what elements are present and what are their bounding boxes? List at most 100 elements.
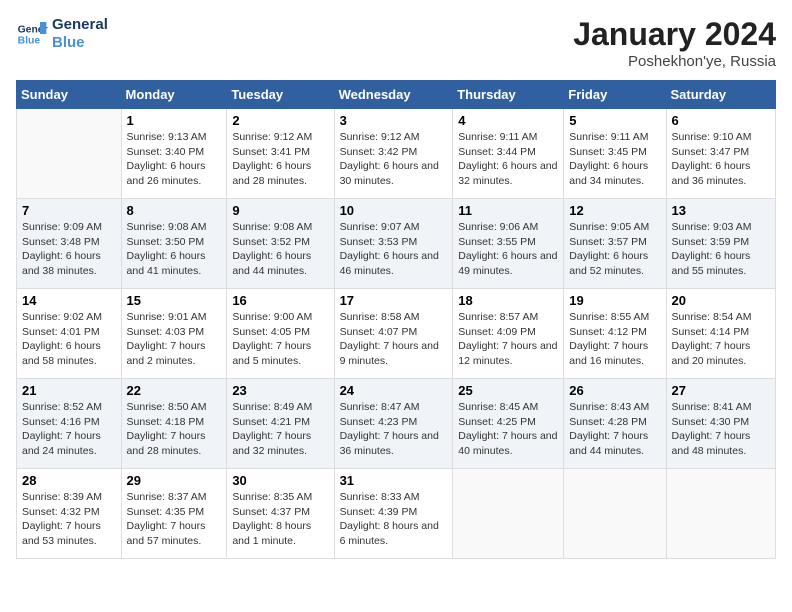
day-info: Sunrise: 8:55 AMSunset: 4:12 PMDaylight:…: [569, 310, 660, 369]
weekday-header-monday: Monday: [121, 81, 227, 109]
weekday-header-thursday: Thursday: [453, 81, 564, 109]
day-number: 22: [127, 383, 222, 398]
calendar-cell: 21 Sunrise: 8:52 AMSunset: 4:16 PMDayligh…: [17, 379, 122, 469]
day-info: Sunrise: 9:01 AMSunset: 4:03 PMDaylight:…: [127, 310, 222, 369]
day-info: Sunrise: 8:37 AMSunset: 4:35 PMDaylight:…: [127, 490, 222, 549]
day-info: Sunrise: 8:47 AMSunset: 4:23 PMDaylight:…: [340, 400, 448, 459]
calendar-cell: 17Sunrise: 8:58 AMSunset: 4:07 PMDayligh…: [334, 289, 453, 379]
day-number: 4: [458, 113, 558, 128]
day-info: Sunrise: 9:12 AMSunset: 3:41 PMDaylight:…: [232, 130, 328, 189]
calendar-table: SundayMondayTuesdayWednesdayThursdayFrid…: [16, 80, 776, 559]
day-number: 5: [569, 113, 660, 128]
calendar-cell: 24 Sunrise: 8:47 AMSunset: 4:23 PMDayligh…: [334, 379, 453, 469]
day-info: Sunrise: 9:09 AMSunset: 3:48 PMDaylight:…: [22, 220, 116, 279]
day-number: 18: [458, 293, 558, 308]
logo-icon: General Blue: [16, 18, 48, 50]
day-number: 20: [672, 293, 770, 308]
day-number: 23: [232, 383, 328, 398]
weekday-header-sunday: Sunday: [17, 81, 122, 109]
calendar-cell: 13 Sunrise: 9:03 AMSunset: 3:59 PMDayligh…: [666, 199, 775, 289]
calendar-cell: 9 Sunrise: 9:08 AMSunset: 3:52 PMDaylight…: [227, 199, 334, 289]
day-info: Sunrise: 9:08 AMSunset: 3:52 PMDaylight:…: [232, 220, 328, 279]
day-number: 29: [127, 473, 222, 488]
day-number: 8: [127, 203, 222, 218]
calendar-cell: 22 Sunrise: 8:50 AMSunset: 4:18 PMDayligh…: [121, 379, 227, 469]
day-number: 9: [232, 203, 328, 218]
day-number: 13: [672, 203, 770, 218]
calendar-cell: 8 Sunrise: 9:08 AMSunset: 3:50 PMDaylight…: [121, 199, 227, 289]
day-number: 7: [22, 203, 116, 218]
calendar-cell: 15 Sunrise: 9:01 AMSunset: 4:03 PMDayligh…: [121, 289, 227, 379]
day-info: Sunrise: 9:11 AMSunset: 3:44 PMDaylight:…: [458, 130, 558, 189]
day-info: Sunrise: 9:08 AMSunset: 3:50 PMDaylight:…: [127, 220, 222, 279]
calendar-cell: 26Sunrise: 8:43 AMSunset: 4:28 PMDayligh…: [564, 379, 666, 469]
calendar-cell: 27Sunrise: 8:41 AMSunset: 4:30 PMDayligh…: [666, 379, 775, 469]
day-number: 10: [340, 203, 448, 218]
calendar-cell: 29 Sunrise: 8:37 AMSunset: 4:35 PMDayligh…: [121, 469, 227, 559]
calendar-cell: 10 Sunrise: 9:07 AMSunset: 3:53 PMDayligh…: [334, 199, 453, 289]
calendar-cell: 28 Sunrise: 8:39 AMSunset: 4:32 PMDayligh…: [17, 469, 122, 559]
day-number: 11: [458, 203, 558, 218]
calendar-cell: 11 Sunrise: 9:06 AMSunset: 3:55 PMDayligh…: [453, 199, 564, 289]
calendar-cell: [17, 109, 122, 199]
day-info: Sunrise: 8:41 AMSunset: 4:30 PMDaylight:…: [672, 400, 770, 459]
calendar-cell: 6Sunrise: 9:10 AMSunset: 3:47 PMDaylight…: [666, 109, 775, 199]
day-number: 3: [340, 113, 448, 128]
day-number: 19: [569, 293, 660, 308]
calendar-cell: 12Sunrise: 9:05 AMSunset: 3:57 PMDayligh…: [564, 199, 666, 289]
day-number: 1: [127, 113, 222, 128]
day-number: 17: [340, 293, 448, 308]
calendar-week-row: 28 Sunrise: 8:39 AMSunset: 4:32 PMDayligh…: [17, 469, 776, 559]
day-number: 15: [127, 293, 222, 308]
calendar-cell: 7 Sunrise: 9:09 AMSunset: 3:48 PMDaylight…: [17, 199, 122, 289]
day-number: 6: [672, 113, 770, 128]
page-header: General Blue General Blue January 2024 P…: [16, 16, 776, 70]
day-number: 24: [340, 383, 448, 398]
day-number: 21: [22, 383, 116, 398]
calendar-cell: [453, 469, 564, 559]
weekday-header-friday: Friday: [564, 81, 666, 109]
day-info: Sunrise: 9:11 AMSunset: 3:45 PMDaylight:…: [569, 130, 660, 189]
calendar-cell: [666, 469, 775, 559]
day-info: Sunrise: 9:03 AMSunset: 3:59 PMDaylight:…: [672, 220, 770, 279]
day-info: Sunrise: 8:49 AMSunset: 4:21 PMDaylight:…: [232, 400, 328, 459]
logo-line1: General: [52, 16, 108, 34]
day-info: Sunrise: 8:45 AMSunset: 4:25 PMDaylight:…: [458, 400, 558, 459]
day-number: 26: [569, 383, 660, 398]
weekday-header-wednesday: Wednesday: [334, 81, 453, 109]
calendar-cell: 23 Sunrise: 8:49 AMSunset: 4:21 PMDayligh…: [227, 379, 334, 469]
day-info: Sunrise: 8:54 AMSunset: 4:14 PMDaylight:…: [672, 310, 770, 369]
day-number: 12: [569, 203, 660, 218]
day-info: Sunrise: 9:06 AMSunset: 3:55 PMDaylight:…: [458, 220, 558, 279]
day-number: 28: [22, 473, 116, 488]
calendar-week-row: 14Sunrise: 9:02 AMSunset: 4:01 PMDayligh…: [17, 289, 776, 379]
calendar-week-row: 1 Sunrise: 9:13 AMSunset: 3:40 PMDaylight…: [17, 109, 776, 199]
svg-text:Blue: Blue: [18, 36, 41, 47]
month-title: January 2024: [573, 16, 776, 53]
calendar-cell: 2Sunrise: 9:12 AMSunset: 3:41 PMDaylight…: [227, 109, 334, 199]
day-number: 14: [22, 293, 116, 308]
weekday-header-tuesday: Tuesday: [227, 81, 334, 109]
calendar-cell: [564, 469, 666, 559]
calendar-cell: 20 Sunrise: 8:54 AMSunset: 4:14 PMDayligh…: [666, 289, 775, 379]
calendar-cell: 31Sunrise: 8:33 AMSunset: 4:39 PMDayligh…: [334, 469, 453, 559]
day-info: Sunrise: 8:50 AMSunset: 4:18 PMDaylight:…: [127, 400, 222, 459]
day-info: Sunrise: 8:52 AMSunset: 4:16 PMDaylight:…: [22, 400, 116, 459]
calendar-cell: 3Sunrise: 9:12 AMSunset: 3:42 PMDaylight…: [334, 109, 453, 199]
calendar-cell: 1 Sunrise: 9:13 AMSunset: 3:40 PMDaylight…: [121, 109, 227, 199]
weekday-header-saturday: Saturday: [666, 81, 775, 109]
title-area: January 2024 Poshekhon'ye, Russia: [573, 16, 776, 70]
logo-line2: Blue: [52, 34, 108, 52]
day-info: Sunrise: 8:39 AMSunset: 4:32 PMDaylight:…: [22, 490, 116, 549]
day-info: Sunrise: 9:07 AMSunset: 3:53 PMDaylight:…: [340, 220, 448, 279]
calendar-cell: 4 Sunrise: 9:11 AMSunset: 3:44 PMDaylight…: [453, 109, 564, 199]
location-title: Poshekhon'ye, Russia: [573, 53, 776, 70]
calendar-header-row: SundayMondayTuesdayWednesdayThursdayFrid…: [17, 81, 776, 109]
calendar-cell: 5 Sunrise: 9:11 AMSunset: 3:45 PMDaylight…: [564, 109, 666, 199]
day-info: Sunrise: 9:13 AMSunset: 3:40 PMDaylight:…: [127, 130, 222, 189]
day-number: 30: [232, 473, 328, 488]
calendar-cell: 25Sunrise: 8:45 AMSunset: 4:25 PMDayligh…: [453, 379, 564, 469]
calendar-cell: 14Sunrise: 9:02 AMSunset: 4:01 PMDayligh…: [17, 289, 122, 379]
day-number: 16: [232, 293, 328, 308]
day-info: Sunrise: 8:57 AMSunset: 4:09 PMDaylight:…: [458, 310, 558, 369]
